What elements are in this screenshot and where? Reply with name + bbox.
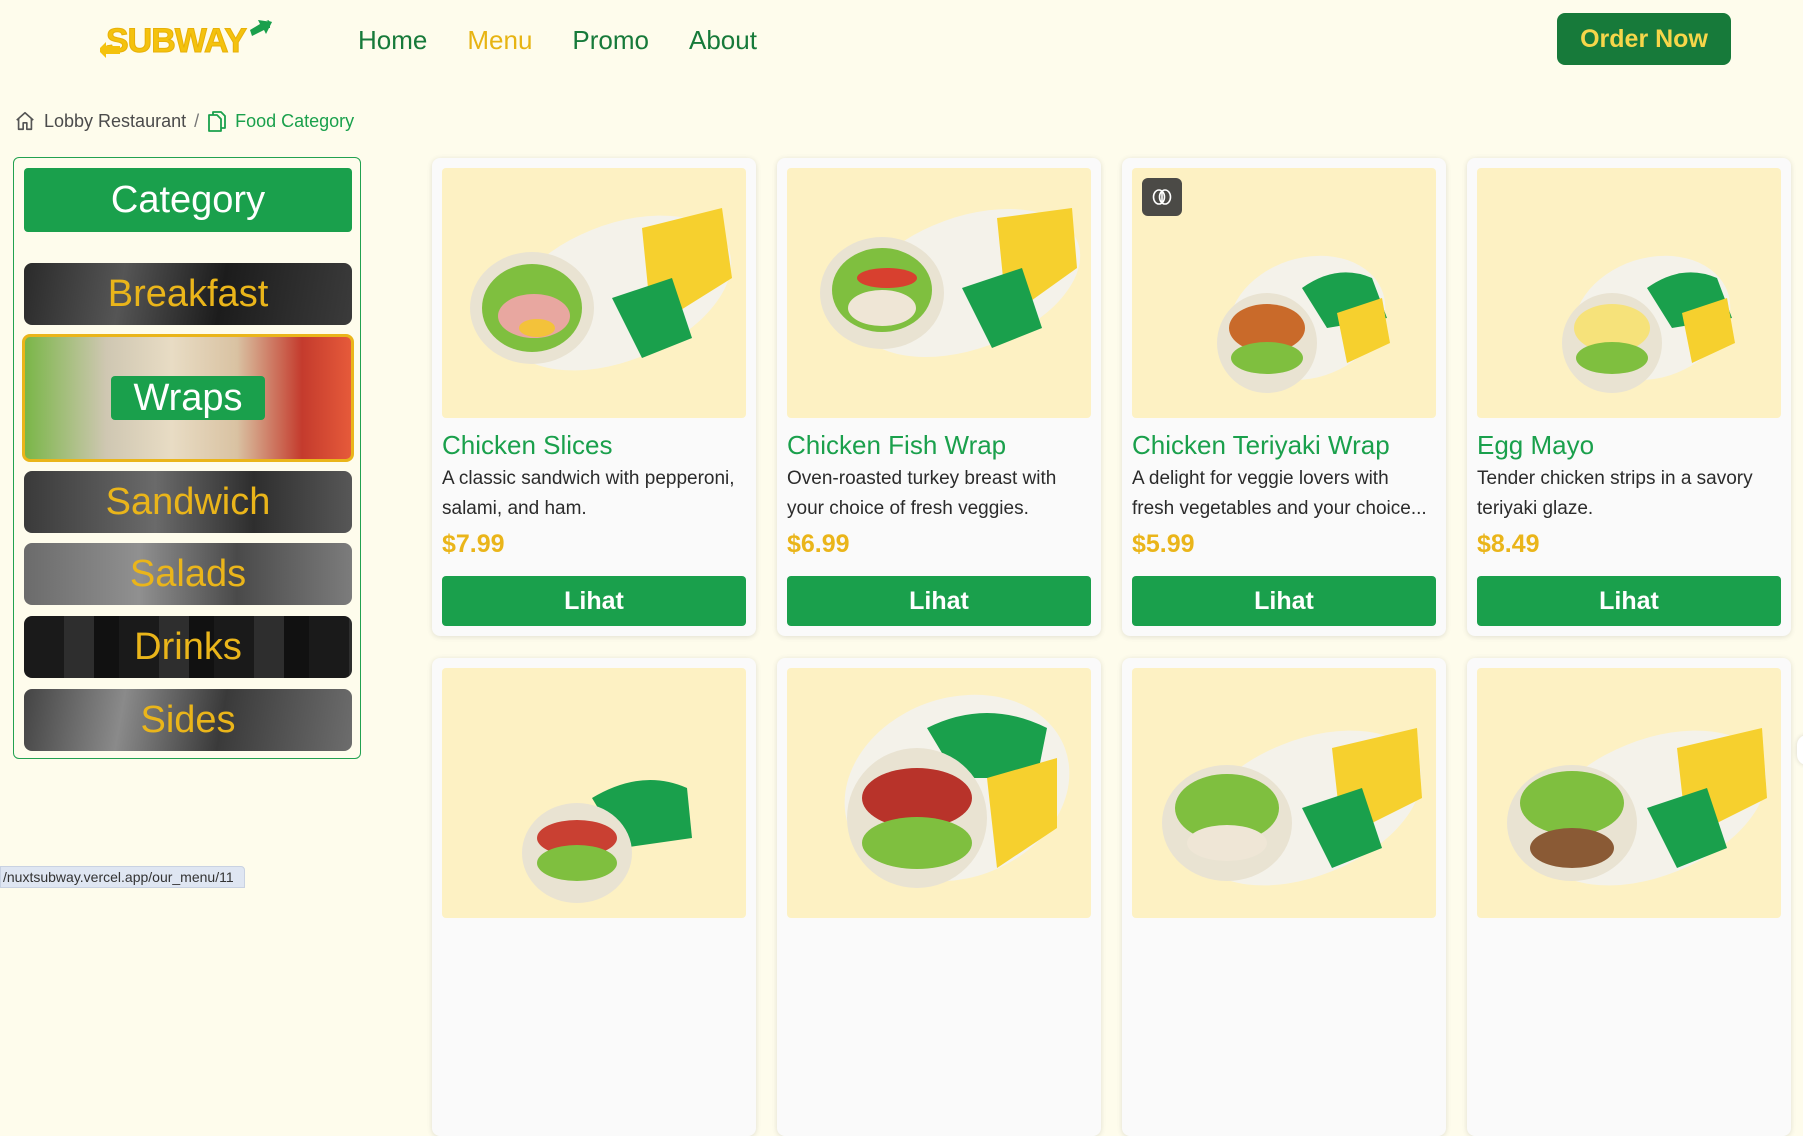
product-name: Chicken Slices — [442, 430, 613, 460]
product-card — [1122, 658, 1446, 1136]
product-image — [442, 668, 746, 918]
logo-wordmark: SUBWAY — [106, 22, 247, 60]
floating-scroll-handle[interactable] — [1797, 735, 1803, 765]
product-name: Chicken Fish Wrap — [787, 430, 1007, 460]
product-card: Chicken Teriyaki Wrap A delight for vegg… — [1122, 158, 1446, 636]
view-product-button[interactable]: Lihat — [442, 576, 746, 626]
navbar: SUBWAY Home Menu Promo About Order Now — [0, 0, 1803, 82]
category-item-sandwich[interactable]: Sandwich — [24, 471, 352, 533]
product-card: Chicken Slices A classic sandwich with p… — [432, 158, 756, 636]
status-bar-url: /nuxtsubway.vercel.app/our_menu/11 — [0, 866, 245, 888]
category-label: Sandwich — [105, 481, 271, 523]
view-product-button[interactable]: Lihat — [1477, 576, 1781, 626]
product-card — [777, 658, 1101, 1136]
order-now-button[interactable]: Order Now — [1557, 13, 1731, 65]
product-card: Egg Mayo Tender chicken strips in a savo… — [1467, 158, 1791, 636]
subway-logo[interactable]: SUBWAY — [100, 20, 272, 60]
product-image — [787, 668, 1091, 918]
breadcrumb-home[interactable]: Lobby Restaurant — [14, 110, 186, 132]
category-label: Breakfast — [107, 273, 269, 315]
nav-promo-link[interactable]: Promo — [572, 22, 649, 58]
category-item-salads[interactable]: Salads — [24, 543, 352, 605]
product-price: $7.99 — [442, 530, 505, 558]
category-title: Category — [24, 168, 352, 232]
category-label: Salads — [129, 553, 247, 595]
breadcrumb: Lobby Restaurant / Food Category — [14, 110, 354, 132]
product-card: Chicken Fish Wrap Oven-roasted turkey br… — [777, 158, 1101, 636]
nav-links: Home Menu Promo About — [358, 22, 757, 58]
product-price: $5.99 — [1132, 530, 1195, 558]
nav-home-link[interactable]: Home — [358, 22, 427, 58]
product-image — [1477, 668, 1781, 918]
category-label: Wraps — [111, 376, 265, 420]
product-description: Tender chicken strips in a savory teriya… — [1477, 468, 1753, 519]
category-item-drinks[interactable]: Drinks — [24, 616, 352, 678]
product-image — [1477, 168, 1781, 418]
view-product-button[interactable]: Lihat — [1132, 576, 1436, 626]
category-item-sides[interactable]: Sides — [24, 689, 352, 751]
breadcrumb-current: Food Category — [207, 110, 354, 132]
document-icon — [208, 111, 227, 132]
product-price: $8.49 — [1477, 530, 1540, 558]
product-card — [432, 658, 756, 1136]
category-label: Drinks — [134, 626, 242, 668]
product-image — [442, 168, 746, 418]
nav-about-link[interactable]: About — [689, 22, 757, 58]
view-product-button[interactable]: Lihat — [787, 576, 1091, 626]
breadcrumb-separator: / — [194, 110, 200, 131]
product-description: Oven-roasted turkey breast with your cho… — [787, 468, 1057, 519]
category-item-breakfast[interactable]: Breakfast — [24, 263, 352, 325]
brain-icon[interactable] — [1142, 178, 1182, 216]
category-sidebar: Category Breakfast Wraps Sandwich Salads… — [13, 157, 361, 759]
product-description: A classic sandwich with pepperoni, salam… — [442, 468, 735, 519]
category-label: Sides — [140, 699, 236, 741]
product-image — [787, 168, 1091, 418]
nav-menu-link[interactable]: Menu — [467, 22, 532, 58]
product-description: A delight for veggie lovers with fresh v… — [1132, 468, 1427, 519]
product-name: Chicken Teriyaki Wrap — [1132, 430, 1390, 460]
product-card — [1467, 658, 1791, 1136]
product-image — [1132, 668, 1436, 918]
product-price: $6.99 — [787, 530, 850, 558]
breadcrumb-current-label: Food Category — [235, 110, 355, 131]
category-item-wraps[interactable]: Wraps — [22, 334, 354, 462]
product-name: Egg Mayo — [1477, 430, 1595, 460]
breadcrumb-home-label: Lobby Restaurant — [44, 110, 187, 131]
home-icon — [16, 111, 34, 131]
